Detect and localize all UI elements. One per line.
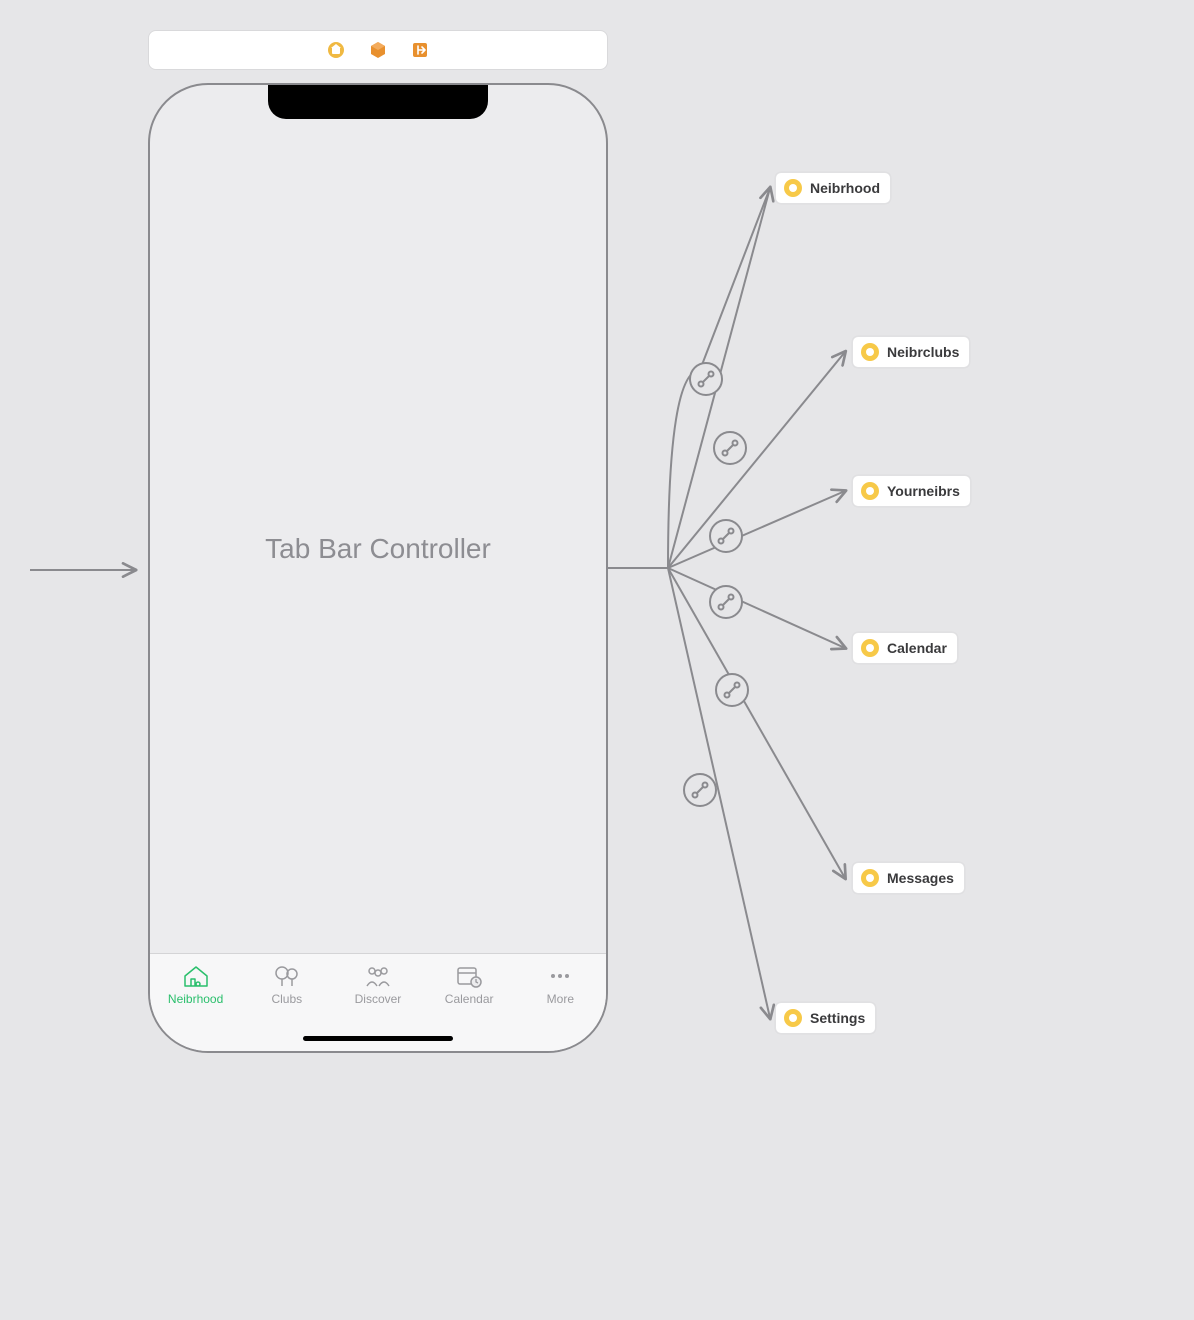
tab-label: Clubs (271, 992, 302, 1006)
destination-neibrclubs[interactable]: Neibrclubs (852, 336, 970, 368)
viewcontroller-icon (861, 343, 879, 361)
scene-title: Tab Bar Controller (265, 533, 491, 565)
device-frame: Tab Bar Controller Neibrhood Clubs Disco… (148, 83, 608, 1053)
tab-label: Neibrhood (168, 992, 223, 1006)
calendar-icon (454, 964, 484, 988)
tab-discover[interactable]: Discover (338, 964, 418, 1006)
destination-messages[interactable]: Messages (852, 862, 965, 894)
viewcontroller-icon (784, 1009, 802, 1027)
destination-label: Calendar (887, 640, 947, 656)
destination-neibrhood[interactable]: Neibrhood (775, 172, 891, 204)
destination-label: Messages (887, 870, 954, 886)
object-icon[interactable] (369, 41, 387, 59)
scene-icon[interactable] (327, 41, 345, 59)
viewcontroller-icon (861, 869, 879, 887)
tab-more[interactable]: More (520, 964, 600, 1006)
home-indicator (303, 1036, 453, 1041)
device-notch (268, 83, 488, 119)
tab-calendar[interactable]: Calendar (429, 964, 509, 1006)
destination-label: Settings (810, 1010, 865, 1026)
tab-clubs[interactable]: Clubs (247, 964, 327, 1006)
trees-icon (272, 964, 302, 988)
destination-settings[interactable]: Settings (775, 1002, 876, 1034)
scene-toolbar (148, 30, 608, 70)
exit-icon[interactable] (411, 41, 429, 59)
destination-label: Neibrhood (810, 180, 880, 196)
destination-calendar[interactable]: Calendar (852, 632, 958, 664)
destination-label: Neibrclubs (887, 344, 959, 360)
people-icon (363, 964, 393, 988)
tab-label: More (547, 992, 574, 1006)
viewcontroller-icon (861, 482, 879, 500)
house-icon (181, 964, 211, 988)
destination-label: Yourneibrs (887, 483, 960, 499)
viewcontroller-icon (861, 639, 879, 657)
destination-yourneibrs[interactable]: Yourneibrs (852, 475, 971, 507)
tab-label: Calendar (445, 992, 494, 1006)
tab-neibrhood[interactable]: Neibrhood (156, 964, 236, 1006)
viewcontroller-icon (784, 179, 802, 197)
more-icon (545, 964, 575, 988)
tab-label: Discover (355, 992, 402, 1006)
